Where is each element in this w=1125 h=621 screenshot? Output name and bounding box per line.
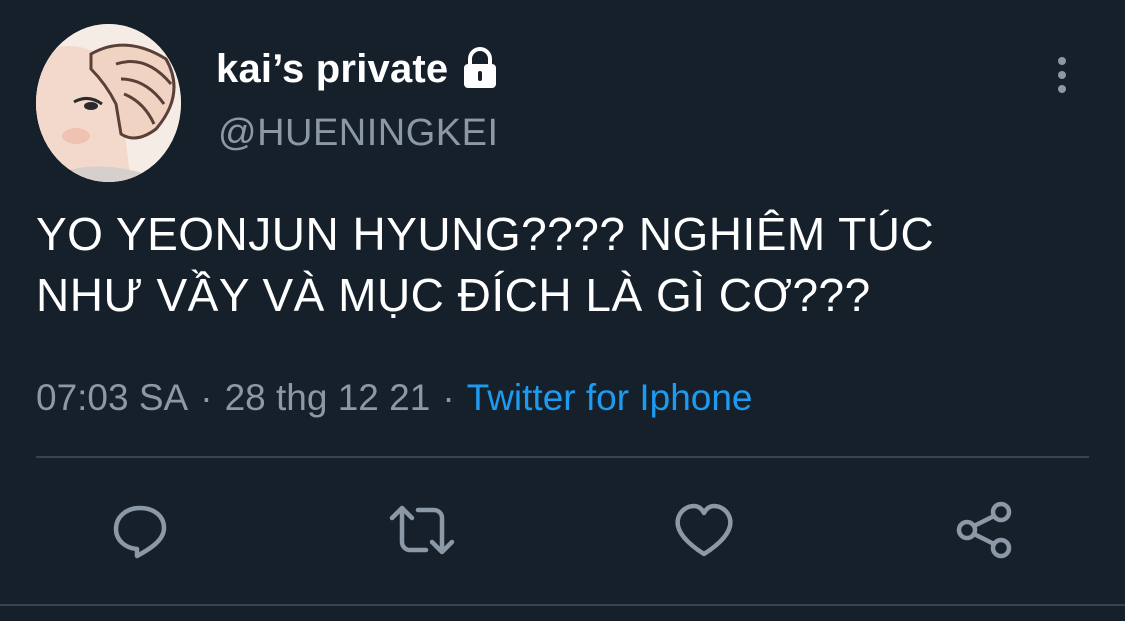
lock-icon bbox=[460, 47, 500, 91]
tweet-text-line-1: YO YEONJUN HYUNG???? NGHIÊM TÚC bbox=[36, 208, 935, 260]
reply-icon bbox=[113, 505, 167, 559]
user-handle[interactable]: @HUENINGKEI bbox=[218, 112, 499, 155]
retweet-icon bbox=[389, 505, 455, 555]
action-bar bbox=[0, 494, 1125, 566]
tweet-date[interactable]: 28 thg 12 21 bbox=[225, 377, 431, 419]
share-button[interactable] bbox=[948, 494, 1020, 566]
tweet-meta: 07:03 SA · 28 thg 12 21 · Twitter for Ip… bbox=[36, 374, 753, 422]
more-options-icon[interactable] bbox=[1046, 54, 1078, 96]
retweet-button[interactable] bbox=[386, 494, 458, 566]
tweet-source-link[interactable]: Twitter for Iphone bbox=[467, 377, 753, 419]
reply-button[interactable] bbox=[104, 494, 176, 566]
tweet-text-line-2: NHƯ VẦY VÀ MỤC ĐÍCH LÀ GÌ CƠ??? bbox=[36, 269, 871, 321]
bottom-divider bbox=[0, 604, 1125, 606]
avatar-illustration bbox=[36, 24, 181, 182]
divider bbox=[36, 456, 1089, 458]
avatar[interactable] bbox=[36, 24, 181, 182]
heart-icon bbox=[675, 503, 733, 557]
display-name[interactable]: kai’s private bbox=[216, 47, 448, 92]
meta-separator: · bbox=[442, 377, 455, 418]
tweet-card: kai’s private @HUENINGKEI YO YEONJUN HYU… bbox=[0, 0, 1125, 621]
display-name-row: kai’s private bbox=[216, 44, 500, 94]
like-button[interactable] bbox=[668, 494, 740, 566]
tweet-text: YO YEONJUN HYUNG???? NGHIÊM TÚC NHƯ VẦY … bbox=[36, 204, 1096, 326]
share-icon bbox=[956, 501, 1012, 559]
meta-separator: · bbox=[200, 377, 213, 418]
tweet-time[interactable]: 07:03 SA bbox=[36, 377, 188, 419]
